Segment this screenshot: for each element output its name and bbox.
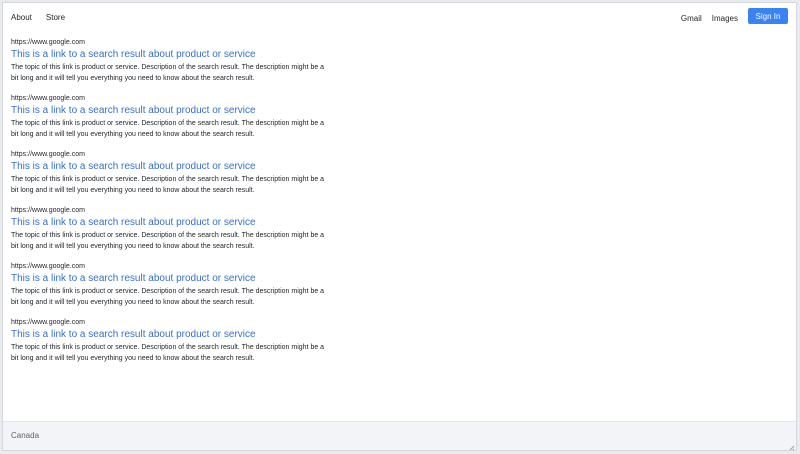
result-url: https://www.google.com (11, 95, 85, 102)
result-url: https://www.google.com (11, 319, 85, 326)
nav-left-links: About Store (11, 13, 65, 22)
result-title-link[interactable]: This is a link to a search result about … (11, 272, 331, 286)
result-title-link[interactable]: This is a link to a search result about … (11, 104, 331, 118)
resize-handle-icon[interactable] (786, 440, 795, 450)
search-result: https://www.google.com This is a link to… (11, 318, 331, 374)
result-description: The topic of this link is product or ser… (11, 232, 325, 250)
result-description: The topic of this link is product or ser… (11, 288, 325, 306)
result-description: The topic of this link is product or ser… (11, 344, 325, 362)
result-title-link[interactable]: This is a link to a search result about … (11, 216, 331, 230)
images-link[interactable]: Images (712, 14, 738, 23)
result-description: The topic of this link is product or ser… (11, 176, 325, 194)
result-url: https://www.google.com (11, 151, 85, 158)
result-url: https://www.google.com (11, 39, 85, 46)
search-result: https://www.google.com This is a link to… (11, 262, 331, 318)
search-result: https://www.google.com This is a link to… (11, 94, 331, 150)
result-url: https://www.google.com (11, 207, 85, 214)
about-link[interactable]: About (11, 13, 32, 22)
page-footer: Canada (3, 421, 796, 450)
top-navigation: About Store Gmail Images Sign In (3, 3, 796, 33)
result-url: https://www.google.com (11, 263, 85, 270)
result-title-link[interactable]: This is a link to a search result about … (11, 160, 331, 174)
store-link[interactable]: Store (46, 13, 65, 22)
nav-right-links: Gmail Images Sign In (681, 8, 788, 24)
footer-country: Canada (11, 431, 40, 440)
result-title-link[interactable]: This is a link to a search result about … (11, 328, 331, 342)
search-result: https://www.google.com This is a link to… (11, 206, 331, 262)
browser-page: About Store Gmail Images Sign In https:/… (2, 2, 797, 451)
sign-in-button[interactable]: Sign In (748, 8, 788, 24)
gmail-link[interactable]: Gmail (681, 14, 702, 23)
search-result: https://www.google.com This is a link to… (11, 38, 331, 94)
result-description: The topic of this link is product or ser… (11, 120, 325, 138)
search-result: https://www.google.com This is a link to… (11, 150, 331, 206)
search-results: https://www.google.com This is a link to… (11, 38, 331, 374)
result-description: The topic of this link is product or ser… (11, 64, 325, 82)
result-title-link[interactable]: This is a link to a search result about … (11, 48, 331, 62)
